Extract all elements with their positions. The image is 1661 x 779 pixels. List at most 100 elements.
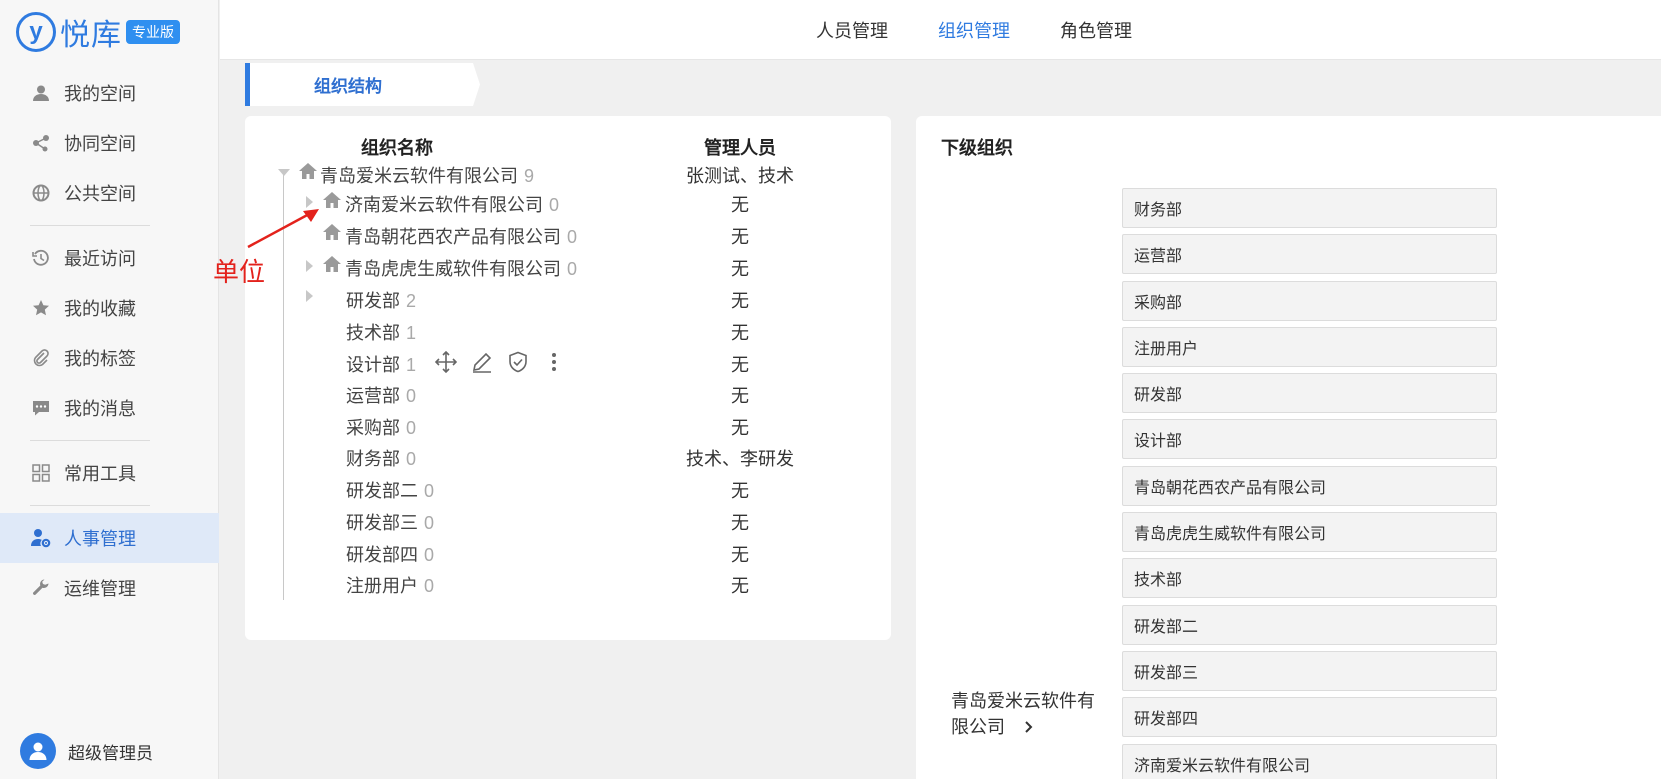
tab-organization[interactable]: 组织管理	[938, 17, 1010, 43]
user-name: 超级管理员	[68, 743, 153, 763]
tree-row[interactable]: 研发部二 0 无	[0, 475, 891, 505]
manager-cell: 技术、李研发	[686, 449, 794, 469]
tree-row[interactable]: 研发部三 0 无	[0, 507, 891, 537]
manager-cell: 无	[731, 386, 749, 406]
member-count: 1	[406, 323, 417, 343]
org-name: 青岛朝花西农产品有限公司 0	[345, 227, 578, 247]
sub-org-list: 财务部 运营部 采购部 注册用户 研发部 设计部 青岛朝花西农产品有限公司 青岛…	[1122, 188, 1497, 779]
member-count: 9	[524, 166, 535, 186]
sub-org-item[interactable]: 研发部三	[1122, 650, 1497, 691]
column-header-manager: 管理人员	[704, 138, 776, 158]
shield-check-icon[interactable]	[505, 349, 531, 375]
member-count: 2	[406, 291, 417, 311]
sidebar-item-my-space[interactable]: 我的空间	[0, 68, 219, 118]
user-icon	[30, 82, 52, 104]
sub-org-item[interactable]: 注册用户	[1122, 326, 1497, 367]
member-count: 0	[424, 513, 435, 533]
member-count: 0	[424, 481, 435, 501]
sub-org-item[interactable]: 研发部四	[1122, 697, 1497, 738]
sub-org-root[interactable]: 青岛爱米云软件有限公司	[951, 688, 1101, 740]
member-count: 0	[406, 386, 417, 406]
row-actions	[433, 349, 567, 375]
org-name: 设计部 1	[346, 355, 417, 375]
annotation-label: 单位	[213, 257, 266, 287]
org-name: 研发部四 0	[346, 545, 435, 565]
app-logo[interactable]: y 悦库 专业版	[16, 12, 180, 52]
chevron-right-icon	[1025, 721, 1033, 733]
manager-cell: 无	[731, 418, 749, 438]
home-icon	[299, 163, 317, 179]
org-name: 济南爱米云软件有限公司 0	[345, 195, 560, 215]
tree-row-hovered[interactable]: 设计部 1 无	[0, 349, 891, 379]
sub-org-panel: 下级组织 青岛爱米云软件有限公司 财务部 运营部 采购部 注册用户 研发部 设计…	[916, 116, 1661, 779]
member-count: 0	[567, 259, 578, 279]
tab-roles[interactable]: 角色管理	[1060, 17, 1132, 43]
tree-row[interactable]: 济南爱米云软件有限公司 0 无	[0, 189, 891, 219]
logo-mark-icon: y	[16, 12, 56, 52]
org-name: 研发部二 0	[346, 481, 435, 501]
sub-org-item[interactable]: 财务部	[1122, 188, 1497, 228]
tree-row[interactable]: 采购部 0 无	[0, 412, 891, 442]
org-name: 注册用户 0	[346, 576, 435, 596]
org-name: 财务部 0	[346, 449, 417, 469]
manager-cell: 无	[731, 259, 749, 279]
tree-row[interactable]: 青岛朝花西农产品有限公司 0 无	[0, 221, 891, 251]
tab-people[interactable]: 人员管理	[816, 17, 888, 43]
member-count: 0	[567, 227, 578, 247]
share-nodes-icon	[30, 132, 52, 154]
tree-row[interactable]: 青岛虎虎生威软件有限公司 0 无	[0, 253, 891, 283]
sub-org-item[interactable]: 设计部	[1122, 419, 1497, 460]
sub-org-item[interactable]: 青岛虎虎生威软件有限公司	[1122, 512, 1497, 553]
tree-row[interactable]: 研发部 2 无	[0, 285, 891, 315]
home-icon	[323, 256, 341, 272]
annotation-arrow-icon	[247, 209, 319, 249]
member-count: 0	[424, 576, 435, 596]
org-name: 研发部三 0	[346, 513, 435, 533]
current-user[interactable]: 超级管理员	[20, 733, 153, 769]
manager-cell: 无	[731, 291, 749, 311]
more-vertical-icon[interactable]	[541, 349, 567, 375]
breadcrumb-tab-org-structure[interactable]: 组织结构	[245, 63, 480, 106]
sidebar-item-label: 协同空间	[64, 134, 136, 154]
tree-row[interactable]: 运营部 0 无	[0, 380, 891, 410]
column-header-org-name: 组织名称	[361, 138, 433, 158]
tree-row[interactable]: 技术部 1 无	[0, 317, 891, 347]
tree-row[interactable]: 研发部四 0 无	[0, 539, 891, 569]
sub-org-item[interactable]: 技术部	[1122, 558, 1497, 599]
member-count: 0	[549, 195, 560, 215]
avatar	[20, 733, 56, 769]
member-count: 0	[406, 418, 417, 438]
manager-cell: 无	[731, 576, 749, 596]
manager-cell: 无	[731, 513, 749, 533]
top-tabs: 人员管理 组织管理 角色管理	[816, 0, 1182, 60]
org-name: 青岛爱米云软件有限公司 9	[320, 166, 535, 186]
chevron-down-icon[interactable]	[278, 169, 290, 176]
member-count: 1	[406, 355, 417, 375]
sidebar-item-label: 我的空间	[64, 84, 136, 104]
manager-cell: 无	[731, 323, 749, 343]
sub-org-item[interactable]: 济南爱米云软件有限公司	[1122, 743, 1497, 779]
logo-text: 悦库	[60, 19, 122, 52]
org-name: 青岛虎虎生威软件有限公司 0	[345, 259, 578, 279]
manager-cell: 无	[731, 227, 749, 247]
edit-icon[interactable]	[469, 349, 495, 375]
chevron-right-icon[interactable]	[306, 260, 313, 272]
chevron-right-icon[interactable]	[306, 290, 313, 302]
sub-org-item[interactable]: 青岛朝花西农产品有限公司	[1122, 465, 1497, 506]
tree-row[interactable]: 财务部 0 技术、李研发	[0, 443, 891, 473]
sub-org-item[interactable]: 研发部二	[1122, 604, 1497, 645]
sub-org-item[interactable]: 研发部	[1122, 373, 1497, 414]
tree-row[interactable]: 青岛爱米云软件有限公司 9 张测试、技术	[0, 160, 891, 190]
tree-row[interactable]: 注册用户 0 无	[0, 570, 891, 600]
sub-org-item[interactable]: 运营部	[1122, 234, 1497, 275]
manager-cell: 无	[731, 355, 749, 375]
org-name: 采购部 0	[346, 418, 417, 438]
home-icon	[323, 224, 341, 240]
org-name: 研发部 2	[346, 291, 417, 311]
org-name: 运营部 0	[346, 386, 417, 406]
sub-org-item[interactable]: 采购部	[1122, 280, 1497, 321]
manager-cell: 无	[731, 545, 749, 565]
manager-cell: 无	[731, 195, 749, 215]
divider	[30, 505, 150, 506]
move-icon[interactable]	[433, 349, 459, 375]
